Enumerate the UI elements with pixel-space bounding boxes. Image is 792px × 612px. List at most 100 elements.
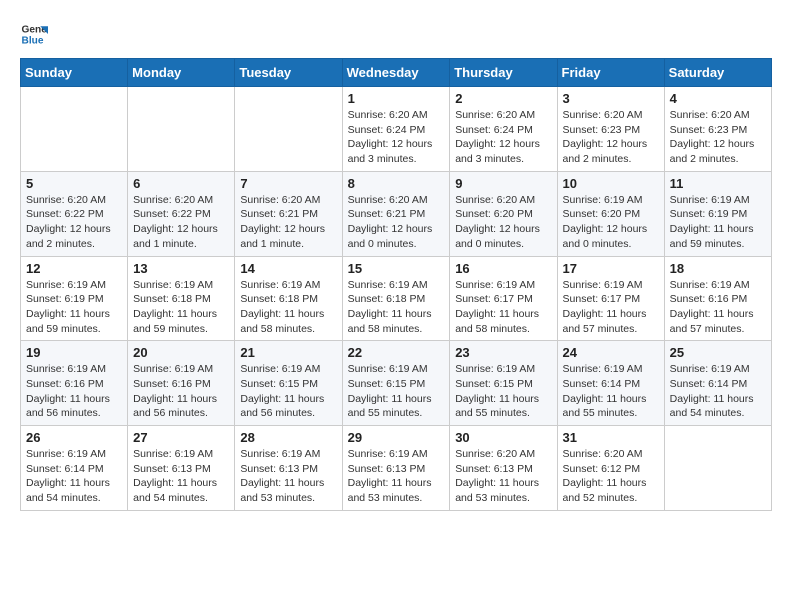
day-number: 4 <box>670 91 766 106</box>
calendar-cell: 29 Sunrise: 6:19 AM Sunset: 6:13 PM Dayli… <box>342 426 450 511</box>
day-info: Sunrise: 6:20 AM Sunset: 6:24 PM Dayligh… <box>455 108 551 167</box>
day-number: 27 <box>133 430 229 445</box>
day-number: 29 <box>348 430 445 445</box>
calendar-cell: 12 Sunrise: 6:19 AM Sunset: 6:19 PM Dayli… <box>21 256 128 341</box>
calendar-cell: 4 Sunrise: 6:20 AM Sunset: 6:23 PM Daylig… <box>664 87 771 172</box>
calendar: SundayMondayTuesdayWednesdayThursdayFrid… <box>20 58 772 511</box>
calendar-cell: 16Sunrise: 6:19 AM Sunset: 6:17 PM Dayli… <box>450 256 557 341</box>
day-header-tuesday: Tuesday <box>235 59 342 87</box>
day-header-friday: Friday <box>557 59 664 87</box>
day-header-sunday: Sunday <box>21 59 128 87</box>
day-info: Sunrise: 6:20 AM Sunset: 6:24 PM Dayligh… <box>348 108 445 167</box>
day-number: 24 <box>563 345 659 360</box>
calendar-cell: 5 Sunrise: 6:20 AM Sunset: 6:22 PM Daylig… <box>21 171 128 256</box>
day-info: Sunrise: 6:19 AM Sunset: 6:18 PM Dayligh… <box>133 278 229 337</box>
day-info: Sunrise: 6:19 AM Sunset: 6:18 PM Dayligh… <box>348 278 445 337</box>
calendar-cell <box>235 87 342 172</box>
calendar-week-row: 1 Sunrise: 6:20 AM Sunset: 6:24 PM Daylig… <box>21 87 772 172</box>
logo: General Blue <box>20 20 52 48</box>
day-number: 18 <box>670 261 766 276</box>
calendar-cell: 8Sunrise: 6:20 AM Sunset: 6:21 PM Daylig… <box>342 171 450 256</box>
calendar-cell: 9 Sunrise: 6:20 AM Sunset: 6:20 PM Daylig… <box>450 171 557 256</box>
calendar-week-row: 12 Sunrise: 6:19 AM Sunset: 6:19 PM Dayli… <box>21 256 772 341</box>
day-info: Sunrise: 6:19 AM Sunset: 6:20 PM Dayligh… <box>563 193 659 252</box>
calendar-header-row: SundayMondayTuesdayWednesdayThursdayFrid… <box>21 59 772 87</box>
day-header-monday: Monday <box>128 59 235 87</box>
day-info: Sunrise: 6:19 AM Sunset: 6:14 PM Dayligh… <box>26 447 122 506</box>
calendar-cell: 15Sunrise: 6:19 AM Sunset: 6:18 PM Dayli… <box>342 256 450 341</box>
calendar-cell: 2 Sunrise: 6:20 AM Sunset: 6:24 PM Daylig… <box>450 87 557 172</box>
header: General Blue <box>20 20 772 48</box>
day-number: 19 <box>26 345 122 360</box>
day-number: 8 <box>348 176 445 191</box>
day-info: Sunrise: 6:20 AM Sunset: 6:13 PM Dayligh… <box>455 447 551 506</box>
calendar-cell: 17 Sunrise: 6:19 AM Sunset: 6:17 PM Dayli… <box>557 256 664 341</box>
day-info: Sunrise: 6:20 AM Sunset: 6:22 PM Dayligh… <box>133 193 229 252</box>
day-info: Sunrise: 6:19 AM Sunset: 6:15 PM Dayligh… <box>455 362 551 421</box>
calendar-cell: 10 Sunrise: 6:19 AM Sunset: 6:20 PM Dayli… <box>557 171 664 256</box>
day-number: 10 <box>563 176 659 191</box>
calendar-cell: 24 Sunrise: 6:19 AM Sunset: 6:14 PM Dayli… <box>557 341 664 426</box>
day-number: 28 <box>240 430 336 445</box>
day-info: Sunrise: 6:20 AM Sunset: 6:23 PM Dayligh… <box>670 108 766 167</box>
day-number: 7 <box>240 176 336 191</box>
day-number: 16 <box>455 261 551 276</box>
day-info: Sunrise: 6:19 AM Sunset: 6:15 PM Dayligh… <box>348 362 445 421</box>
day-info: Sunrise: 6:19 AM Sunset: 6:16 PM Dayligh… <box>26 362 122 421</box>
calendar-cell: 14 Sunrise: 6:19 AM Sunset: 6:18 PM Dayli… <box>235 256 342 341</box>
day-header-wednesday: Wednesday <box>342 59 450 87</box>
day-info: Sunrise: 6:19 AM Sunset: 6:19 PM Dayligh… <box>26 278 122 337</box>
day-number: 14 <box>240 261 336 276</box>
day-number: 26 <box>26 430 122 445</box>
calendar-week-row: 5 Sunrise: 6:20 AM Sunset: 6:22 PM Daylig… <box>21 171 772 256</box>
calendar-cell: 20 Sunrise: 6:19 AM Sunset: 6:16 PM Dayli… <box>128 341 235 426</box>
day-number: 23 <box>455 345 551 360</box>
day-info: Sunrise: 6:19 AM Sunset: 6:13 PM Dayligh… <box>240 447 336 506</box>
calendar-cell: 23 Sunrise: 6:19 AM Sunset: 6:15 PM Dayli… <box>450 341 557 426</box>
day-info: Sunrise: 6:19 AM Sunset: 6:16 PM Dayligh… <box>670 278 766 337</box>
calendar-cell <box>128 87 235 172</box>
day-number: 5 <box>26 176 122 191</box>
day-info: Sunrise: 6:19 AM Sunset: 6:18 PM Dayligh… <box>240 278 336 337</box>
calendar-cell <box>664 426 771 511</box>
calendar-cell: 19 Sunrise: 6:19 AM Sunset: 6:16 PM Dayli… <box>21 341 128 426</box>
calendar-cell: 1 Sunrise: 6:20 AM Sunset: 6:24 PM Daylig… <box>342 87 450 172</box>
day-header-thursday: Thursday <box>450 59 557 87</box>
calendar-cell: 30 Sunrise: 6:20 AM Sunset: 6:13 PM Dayli… <box>450 426 557 511</box>
day-number: 1 <box>348 91 445 106</box>
calendar-cell: 28 Sunrise: 6:19 AM Sunset: 6:13 PM Dayli… <box>235 426 342 511</box>
day-number: 17 <box>563 261 659 276</box>
calendar-cell: 6 Sunrise: 6:20 AM Sunset: 6:22 PM Daylig… <box>128 171 235 256</box>
calendar-cell <box>21 87 128 172</box>
day-info: Sunrise: 6:19 AM Sunset: 6:17 PM Dayligh… <box>563 278 659 337</box>
day-info: Sunrise: 6:20 AM Sunset: 6:21 PM Dayligh… <box>240 193 336 252</box>
day-number: 3 <box>563 91 659 106</box>
day-info: Sunrise: 6:19 AM Sunset: 6:13 PM Dayligh… <box>348 447 445 506</box>
calendar-cell: 7 Sunrise: 6:20 AM Sunset: 6:21 PM Daylig… <box>235 171 342 256</box>
day-number: 21 <box>240 345 336 360</box>
day-number: 6 <box>133 176 229 191</box>
calendar-cell: 21Sunrise: 6:19 AM Sunset: 6:15 PM Dayli… <box>235 341 342 426</box>
day-number: 20 <box>133 345 229 360</box>
logo-icon: General Blue <box>20 20 48 48</box>
day-number: 2 <box>455 91 551 106</box>
day-number: 9 <box>455 176 551 191</box>
calendar-cell: 22Sunrise: 6:19 AM Sunset: 6:15 PM Dayli… <box>342 341 450 426</box>
day-number: 12 <box>26 261 122 276</box>
day-info: Sunrise: 6:19 AM Sunset: 6:13 PM Dayligh… <box>133 447 229 506</box>
day-info: Sunrise: 6:20 AM Sunset: 6:20 PM Dayligh… <box>455 193 551 252</box>
calendar-week-row: 19 Sunrise: 6:19 AM Sunset: 6:16 PM Dayli… <box>21 341 772 426</box>
day-info: Sunrise: 6:19 AM Sunset: 6:14 PM Dayligh… <box>563 362 659 421</box>
calendar-cell: 3 Sunrise: 6:20 AM Sunset: 6:23 PM Daylig… <box>557 87 664 172</box>
day-number: 25 <box>670 345 766 360</box>
calendar-cell: 18 Sunrise: 6:19 AM Sunset: 6:16 PM Dayli… <box>664 256 771 341</box>
day-number: 30 <box>455 430 551 445</box>
day-info: Sunrise: 6:20 AM Sunset: 6:22 PM Dayligh… <box>26 193 122 252</box>
svg-text:Blue: Blue <box>22 35 44 46</box>
day-info: Sunrise: 6:20 AM Sunset: 6:12 PM Dayligh… <box>563 447 659 506</box>
day-info: Sunrise: 6:20 AM Sunset: 6:23 PM Dayligh… <box>563 108 659 167</box>
day-info: Sunrise: 6:19 AM Sunset: 6:19 PM Dayligh… <box>670 193 766 252</box>
day-info: Sunrise: 6:19 AM Sunset: 6:16 PM Dayligh… <box>133 362 229 421</box>
calendar-week-row: 26 Sunrise: 6:19 AM Sunset: 6:14 PM Dayli… <box>21 426 772 511</box>
day-number: 13 <box>133 261 229 276</box>
